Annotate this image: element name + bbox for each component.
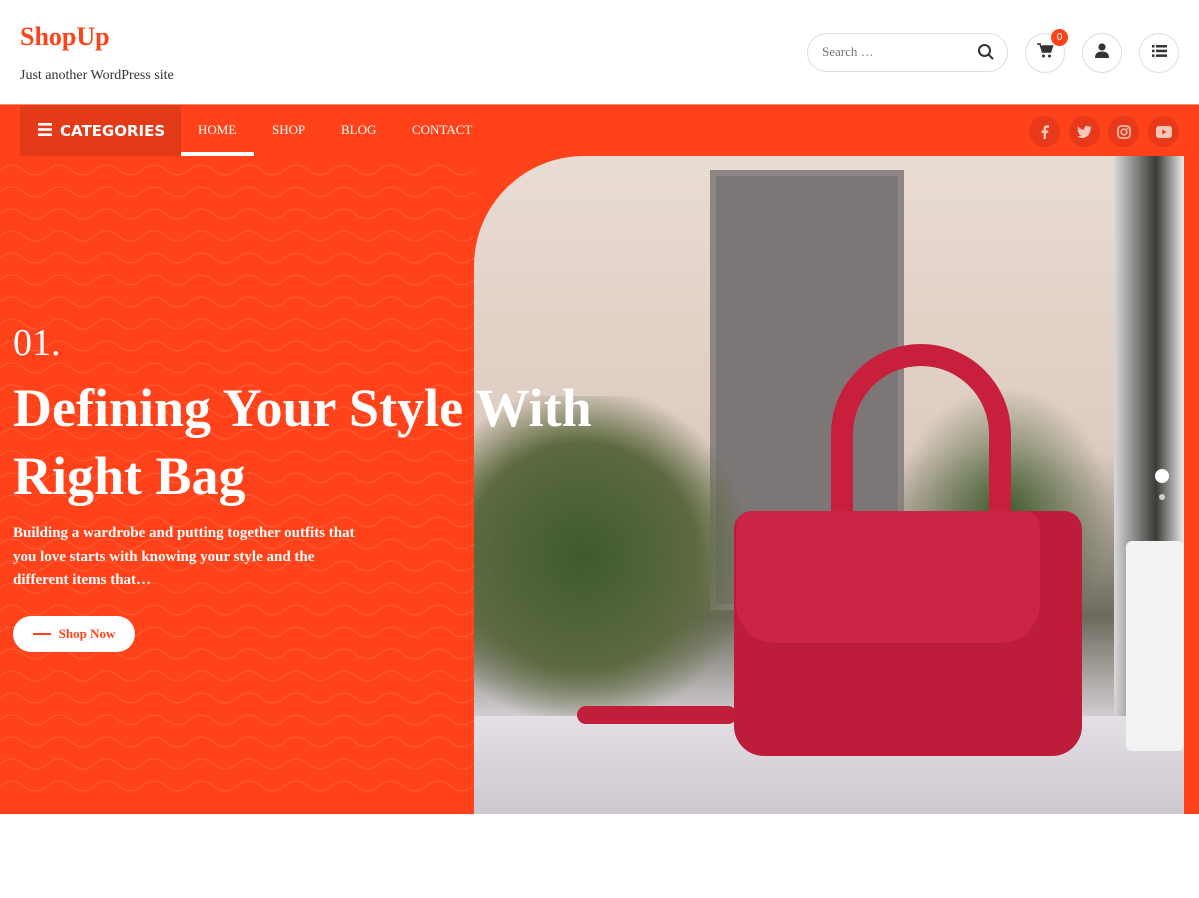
menu-list-button[interactable] <box>1139 33 1179 73</box>
cart-icon <box>1036 43 1054 63</box>
wave-line <box>0 318 474 330</box>
wave-line <box>0 758 474 770</box>
twitter-link[interactable] <box>1069 116 1100 147</box>
wave-line <box>0 230 474 242</box>
search-input[interactable] <box>822 44 962 60</box>
wave-line <box>0 296 474 308</box>
dash-icon <box>32 633 51 635</box>
shop-now-label: Shop Now <box>58 626 116 641</box>
nav-blog[interactable]: BLOG <box>341 122 376 138</box>
wave-line <box>0 736 474 748</box>
instagram-icon <box>1116 124 1131 139</box>
slide-title: Defining Your Style With Right Bag <box>13 378 592 506</box>
wave-line <box>0 164 474 176</box>
categories-button[interactable]: CATEGORIES <box>20 105 181 156</box>
search-icon[interactable] <box>977 43 995 66</box>
facebook-icon <box>1041 124 1049 139</box>
hero-slider: 01. Defining Your Style With Right Bag B… <box>0 156 1199 814</box>
categories-label: CATEGORIES <box>60 121 166 140</box>
wave-line <box>0 604 474 616</box>
cart-count-badge: 0 <box>1051 29 1068 46</box>
hamburger-icon <box>38 122 52 140</box>
wave-line <box>0 714 474 726</box>
cart-button[interactable]: 0 <box>1025 29 1068 73</box>
wave-line <box>0 208 474 220</box>
wave-line <box>0 186 474 198</box>
wave-line <box>0 340 474 352</box>
site-tagline: Just another WordPress site <box>20 68 174 83</box>
wave-line <box>0 692 474 704</box>
youtube-link[interactable] <box>1148 116 1179 147</box>
wave-line <box>0 252 474 264</box>
nav-contact[interactable]: CONTACT <box>412 122 472 138</box>
wave-line <box>0 670 474 682</box>
facebook-link[interactable] <box>1029 116 1060 147</box>
site-header: ShopUp Just another WordPress site 0 <box>0 0 1199 104</box>
account-button[interactable] <box>1082 33 1122 73</box>
wave-line <box>0 362 474 374</box>
main-nav: CATEGORIES HOME SHOP BLOG CONTACT <box>0 104 1199 156</box>
wave-line <box>0 274 474 286</box>
nav-home[interactable]: HOME <box>198 122 236 138</box>
slide-number: 01. <box>13 322 61 364</box>
list-icon <box>1151 44 1167 62</box>
user-icon <box>1095 43 1109 63</box>
slider-dot-1[interactable] <box>1155 469 1169 483</box>
youtube-icon <box>1155 125 1172 138</box>
slider-dot-2[interactable] <box>1159 494 1165 500</box>
slide-description: Building a wardrobe and putting together… <box>13 525 355 588</box>
instagram-link[interactable] <box>1108 116 1139 147</box>
shop-now-button[interactable]: Shop Now <box>13 616 135 652</box>
site-title[interactable]: ShopUp <box>20 22 110 52</box>
wave-line <box>0 780 474 792</box>
twitter-icon <box>1077 125 1092 138</box>
search-box[interactable] <box>807 33 1008 72</box>
nav-shop[interactable]: SHOP <box>272 122 305 138</box>
